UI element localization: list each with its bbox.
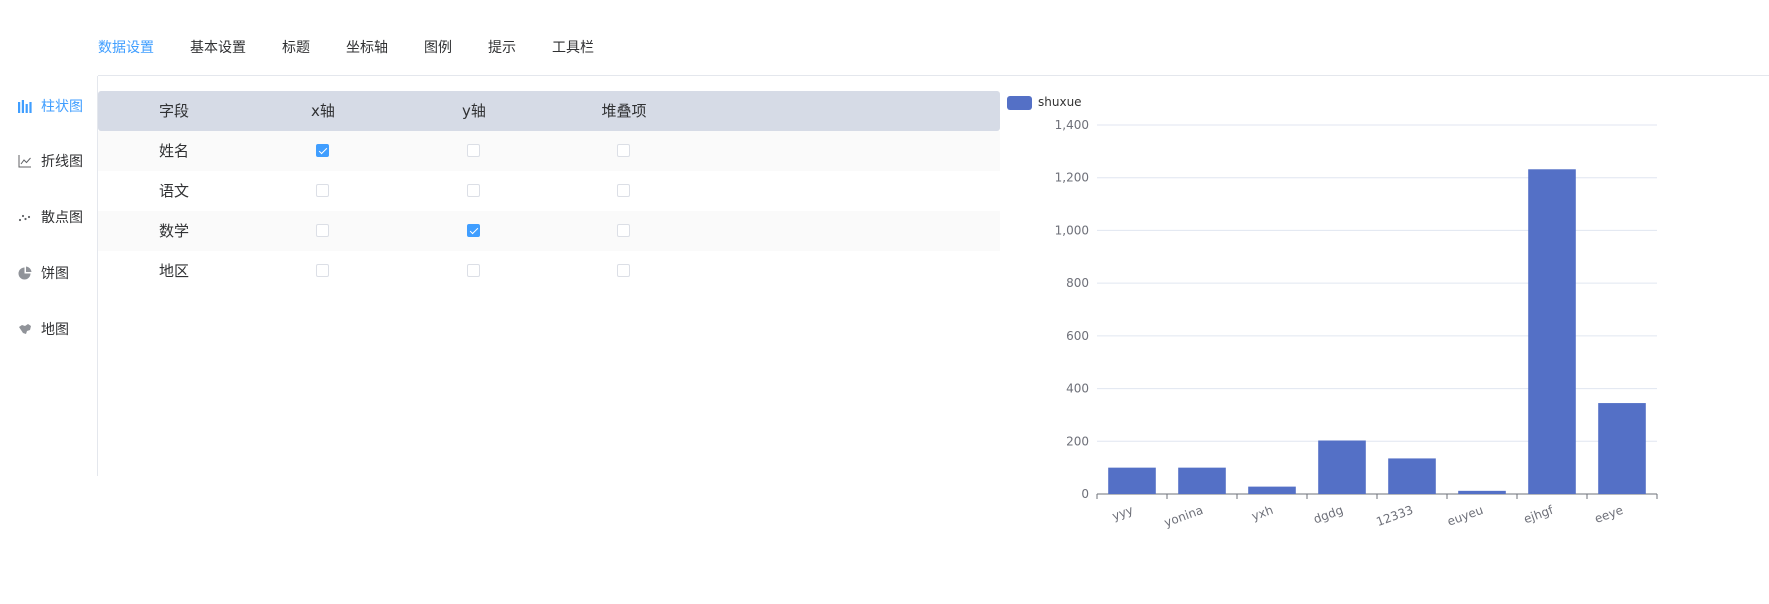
- bar: [1388, 458, 1436, 494]
- bar: [1108, 467, 1156, 494]
- y-tick-label: 800: [1066, 276, 1089, 290]
- tab-basic-settings[interactable]: 基本设置: [190, 38, 246, 58]
- bar: [1318, 440, 1366, 494]
- chart-type-sidebar: 柱状图 折线图 散点图 饼图 地图: [0, 76, 98, 476]
- y-tick-label: 1,000: [1055, 223, 1089, 237]
- field-name: 语文: [158, 182, 190, 200]
- x-axis-checkbox[interactable]: [316, 184, 329, 197]
- table-body: 姓名 语文 数学 地区: [98, 131, 1000, 291]
- chart-config-panel: 数据设置 基本设置 标题 坐标轴 图例 提示 工具栏 柱状图 折线图 散点图 饼…: [0, 0, 1769, 604]
- table-row: 语文: [98, 171, 1000, 211]
- y-tick-label: 600: [1066, 329, 1089, 343]
- x-tick-label: yyy: [1110, 503, 1135, 523]
- header-x-axis: x轴: [311, 102, 335, 120]
- bar-chart-icon: [17, 98, 33, 114]
- bar: [1598, 403, 1646, 494]
- table-row: 地区: [98, 251, 1000, 291]
- x-tick-label: eeye: [1593, 503, 1625, 526]
- tab-title[interactable]: 标题: [282, 38, 310, 58]
- y-tick-label: 1,400: [1055, 118, 1089, 132]
- bar-chart: shuxue 0 200 400 600 800 1,000 1,200 1,400 yyy yo…: [1000, 80, 1769, 604]
- header-y-axis: y轴: [462, 102, 486, 120]
- tab-toolbar[interactable]: 工具栏: [552, 38, 594, 58]
- sidebar-item-scatter[interactable]: 散点图: [0, 205, 97, 229]
- x-axis-checkbox[interactable]: [316, 224, 329, 237]
- bar: [1178, 467, 1226, 494]
- x-tick-label: 12333: [1374, 503, 1415, 529]
- table-header: 字段 x轴 y轴 堆叠项: [98, 91, 1000, 131]
- header-field: 字段: [158, 102, 190, 120]
- pie-chart-icon: [17, 265, 33, 281]
- tab-data-settings[interactable]: 数据设置: [98, 38, 154, 58]
- table-row: 姓名: [98, 131, 1000, 171]
- y-tick-label: 1,200: [1055, 171, 1089, 185]
- sidebar-item-map[interactable]: 地图: [0, 317, 97, 341]
- legend-swatch[interactable]: [1007, 96, 1032, 110]
- sidebar-item-line[interactable]: 折线图: [0, 149, 97, 173]
- field-mapping-table: 字段 x轴 y轴 堆叠项 姓名语文数学地区: [98, 91, 1000, 291]
- field-name: 地区: [158, 262, 190, 280]
- sidebar-item-label: 散点图: [41, 210, 83, 226]
- bar: [1248, 486, 1296, 494]
- sidebar-item-label: 折线图: [41, 154, 83, 170]
- y-tick-label: 400: [1066, 382, 1089, 396]
- x-tick-label: yonina: [1162, 503, 1205, 530]
- y-tick-label: 200: [1066, 434, 1089, 448]
- tabs-divider: [98, 75, 1769, 76]
- x-tick-label: yxh: [1250, 503, 1275, 524]
- header-stack: 堆叠项: [601, 102, 647, 120]
- x-tick-label: dgdg: [1312, 503, 1345, 527]
- tab-legend[interactable]: 图例: [424, 38, 452, 58]
- legend-label[interactable]: shuxue: [1038, 95, 1082, 109]
- scatter-chart-icon: [17, 209, 33, 225]
- bar: [1528, 169, 1576, 494]
- stack-checkbox[interactable]: [617, 264, 630, 277]
- field-name: 数学: [158, 222, 190, 240]
- tab-axis[interactable]: 坐标轴: [346, 38, 388, 58]
- line-chart-icon: [17, 153, 33, 169]
- chart-plot: 0 200 400 600 800 1,000 1,200 1,400 yyy yonina yxh…: [1055, 118, 1658, 530]
- y-axis-checkbox[interactable]: [467, 224, 480, 237]
- tab-tooltip[interactable]: 提示: [488, 38, 516, 58]
- x-tick-label: euyeu: [1445, 503, 1485, 529]
- sidebar-item-label: 地图: [41, 322, 69, 338]
- field-name: 姓名: [158, 142, 190, 160]
- y-axis-checkbox[interactable]: [467, 184, 480, 197]
- stack-checkbox[interactable]: [617, 144, 630, 157]
- bar: [1458, 490, 1506, 494]
- y-axis-checkbox[interactable]: [467, 144, 480, 157]
- sidebar-item-label: 饼图: [41, 266, 69, 282]
- y-axis-checkbox[interactable]: [467, 264, 480, 277]
- stack-checkbox[interactable]: [617, 224, 630, 237]
- x-axis-checkbox[interactable]: [316, 144, 329, 157]
- stack-checkbox[interactable]: [617, 184, 630, 197]
- table-row: 数学: [98, 211, 1000, 251]
- x-tick-label: ejhgf: [1522, 503, 1556, 527]
- y-tick-label: 0: [1081, 487, 1089, 501]
- x-axis-checkbox[interactable]: [316, 264, 329, 277]
- sidebar-item-label: 柱状图: [41, 99, 83, 115]
- map-icon: [17, 321, 33, 337]
- sidebar-item-pie[interactable]: 饼图: [0, 261, 97, 285]
- sidebar-item-bar[interactable]: 柱状图: [0, 94, 97, 118]
- settings-tabs: 数据设置 基本设置 标题 坐标轴 图例 提示 工具栏: [98, 38, 630, 58]
